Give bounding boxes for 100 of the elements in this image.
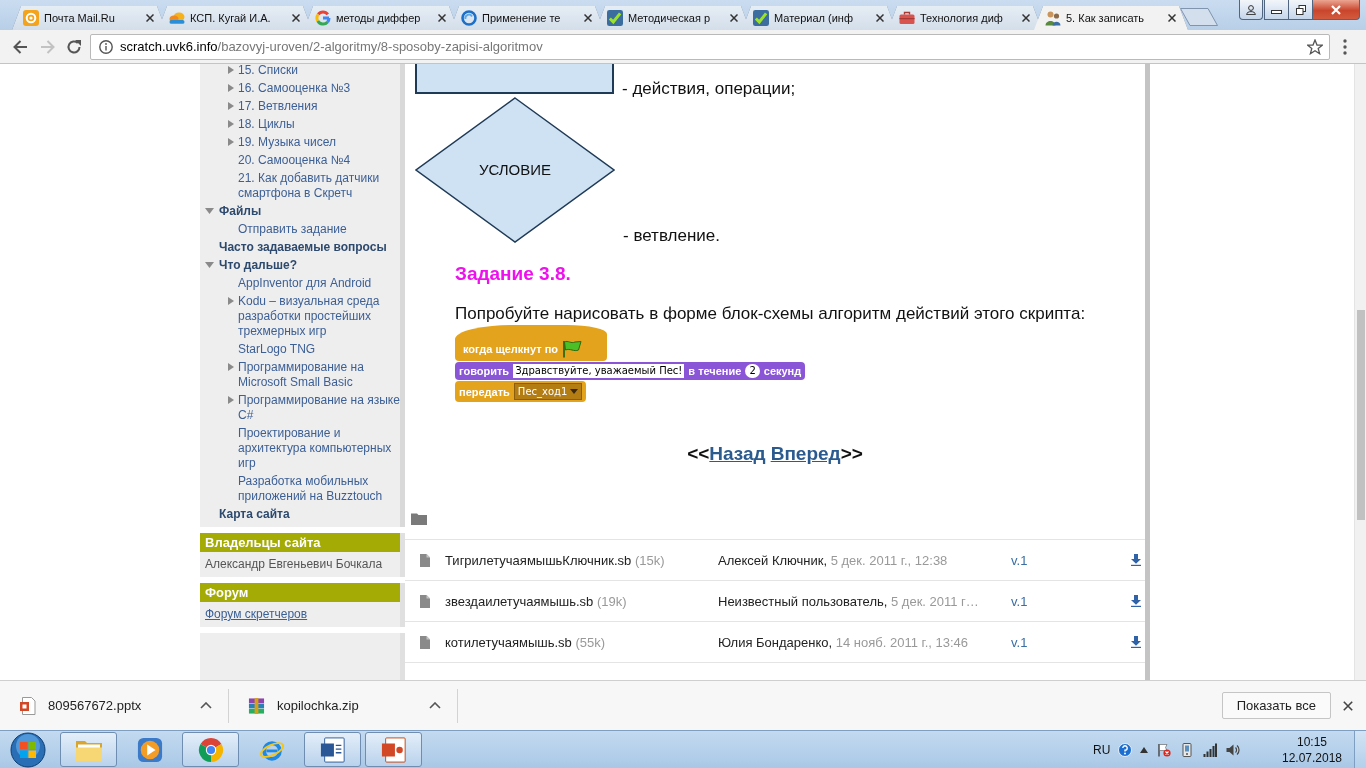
caret-right-icon[interactable] [228, 84, 234, 92]
upload-date: 5 дек. 2011 г… [891, 593, 979, 609]
message-field[interactable]: Здравствуйте, уважаемый Пес! [513, 364, 685, 378]
nav-link[interactable]: Что дальше? [219, 257, 403, 273]
close-icon[interactable] [730, 14, 738, 22]
close-icon[interactable] [1022, 14, 1030, 22]
version-link[interactable]: v.1 [1011, 552, 1131, 568]
nav-link[interactable]: Программирование на языке C# [238, 392, 403, 423]
reload-icon[interactable] [66, 38, 82, 55]
caret-up-icon[interactable] [429, 702, 441, 709]
download-icon[interactable] [1131, 595, 1141, 607]
nav-link[interactable]: Файлы [219, 203, 403, 219]
language-indicator[interactable]: RU [1093, 742, 1110, 757]
nav-link[interactable]: 21. Как добавить датчики смартфона в Скретч [238, 170, 403, 201]
signal-bars-icon[interactable] [1203, 742, 1217, 757]
taskbar-button[interactable] [365, 732, 422, 767]
scrollbar-thumb[interactable] [1357, 310, 1365, 520]
legend-caption: - ветвление. [623, 226, 720, 246]
device-icon[interactable] [1180, 742, 1194, 757]
pager-mark: >> [840, 442, 863, 466]
profile-button[interactable] [1239, 0, 1263, 20]
close-icon[interactable] [292, 14, 300, 22]
help-icon[interactable] [1118, 742, 1132, 757]
close-icon[interactable] [1168, 14, 1176, 22]
block-label: передать [459, 384, 510, 399]
download-filename[interactable]: 809567672.pptx [48, 698, 200, 713]
version-link[interactable]: v.1 [1011, 593, 1131, 609]
download-icon[interactable] [1131, 636, 1141, 648]
menu-icon[interactable] [1343, 38, 1347, 55]
close-icon[interactable] [584, 14, 592, 22]
presentation-icon [379, 736, 408, 763]
nav-link[interactable]: 15. Списки [238, 64, 403, 78]
file-link[interactable]: котилетучаямышь.sb [445, 634, 572, 650]
flag-icon[interactable] [1157, 742, 1171, 757]
close-icon[interactable] [1343, 700, 1353, 711]
nav-link[interactable]: AppInventor для Android [238, 275, 403, 291]
nav-link[interactable]: Kodu – визуальная среда разработки простейших трехмерных игр [238, 293, 403, 339]
folder-icon[interactable] [411, 513, 427, 525]
caret-up-icon[interactable] [1140, 746, 1148, 753]
presentation-file-icon [19, 696, 36, 715]
download-filename[interactable]: kopilochka.zip [277, 698, 429, 713]
author-name: Юлия Бондаренко, [718, 634, 833, 650]
minimize-button[interactable] [1264, 0, 1289, 20]
scrollbar[interactable] [1354, 64, 1366, 680]
back-icon[interactable] [12, 38, 28, 55]
forward-link[interactable]: Вперед [770, 441, 841, 467]
version-link[interactable]: v.1 [1011, 634, 1131, 650]
nav-link[interactable]: 18. Циклы [238, 116, 403, 132]
show-all-button[interactable]: Показать все [1221, 692, 1331, 719]
cloud-icon [169, 10, 185, 26]
caret-right-icon[interactable] [228, 66, 234, 74]
nav-link[interactable]: Карта сайта [219, 506, 403, 522]
caret-right-icon[interactable] [228, 363, 234, 371]
nav-link[interactable]: StarLogo TNG [238, 341, 403, 357]
clock-date[interactable]: 12.07.2018 [1281, 749, 1343, 766]
download-icon[interactable] [1131, 554, 1141, 566]
nav-link[interactable]: Проектирование и архитектура компьютерных игр [238, 425, 403, 471]
owner-name: Александр Евгеньевич Бочкала [205, 557, 383, 571]
forum-link[interactable]: Форум скретчеров [205, 607, 308, 621]
nav-link[interactable]: Часто задаваемые вопросы [219, 239, 403, 255]
close-icon [1331, 4, 1341, 15]
file-link[interactable]: ТигрилетучаямышьКлючник.sb [445, 552, 632, 568]
clock-time[interactable]: 10:15 [1297, 733, 1327, 750]
star-icon[interactable] [1307, 38, 1323, 55]
close-icon[interactable] [146, 14, 154, 22]
caret-right-icon[interactable] [228, 120, 234, 128]
caret-down-icon[interactable] [205, 208, 214, 214]
taskbar-button[interactable] [304, 732, 361, 767]
speaker-icon[interactable] [1226, 742, 1240, 757]
close-icon[interactable] [438, 14, 446, 22]
caret-right-icon[interactable] [228, 297, 234, 305]
checkmark-icon [753, 10, 769, 26]
upload-date: 14 нояб. 2011 г., 13:46 [835, 634, 969, 650]
back-link[interactable]: Назад [709, 441, 766, 467]
taskbar-button[interactable] [60, 732, 117, 767]
briefcase-icon [899, 10, 915, 26]
message-dropdown[interactable]: Пес_ход1 [513, 383, 583, 400]
close-window-button[interactable] [1312, 0, 1360, 20]
nav-link[interactable]: 19. Музыка чисел [238, 134, 403, 150]
restore-button[interactable] [1288, 0, 1313, 20]
caret-down-icon[interactable] [205, 262, 214, 268]
browser-tab[interactable]: 5. Как записать [1034, 6, 1188, 30]
people-icon [1045, 10, 1061, 26]
caret-up-icon[interactable] [200, 702, 212, 709]
nav-link[interactable]: 20. Самооценка №4 [238, 152, 403, 168]
nav-link[interactable]: 17. Ветвления [238, 98, 403, 114]
caret-right-icon[interactable] [228, 102, 234, 110]
address-field[interactable]: scratch.uvk6.info/bazovyj-uroven/2-algoritmy/8-sposoby-zapisi-algoritmov [90, 33, 1330, 60]
nav-link[interactable]: Отправить задание [238, 221, 403, 237]
file-link[interactable]: звездаилетучаямышь.sb [445, 593, 594, 609]
taskbar-button[interactable] [182, 732, 239, 767]
info-icon[interactable] [99, 39, 113, 54]
caret-right-icon[interactable] [228, 396, 234, 404]
start-orb-icon[interactable] [10, 731, 46, 768]
number-field[interactable]: 2 [745, 364, 760, 378]
close-icon[interactable] [876, 14, 884, 22]
caret-right-icon[interactable] [228, 138, 234, 146]
nav-link[interactable]: 16. Самооценка №3 [238, 80, 403, 96]
nav-link[interactable]: Разработка мобильных приложений на Buzztouch [238, 473, 403, 504]
nav-link[interactable]: Программирование на Microsoft Small Basic [238, 359, 403, 390]
